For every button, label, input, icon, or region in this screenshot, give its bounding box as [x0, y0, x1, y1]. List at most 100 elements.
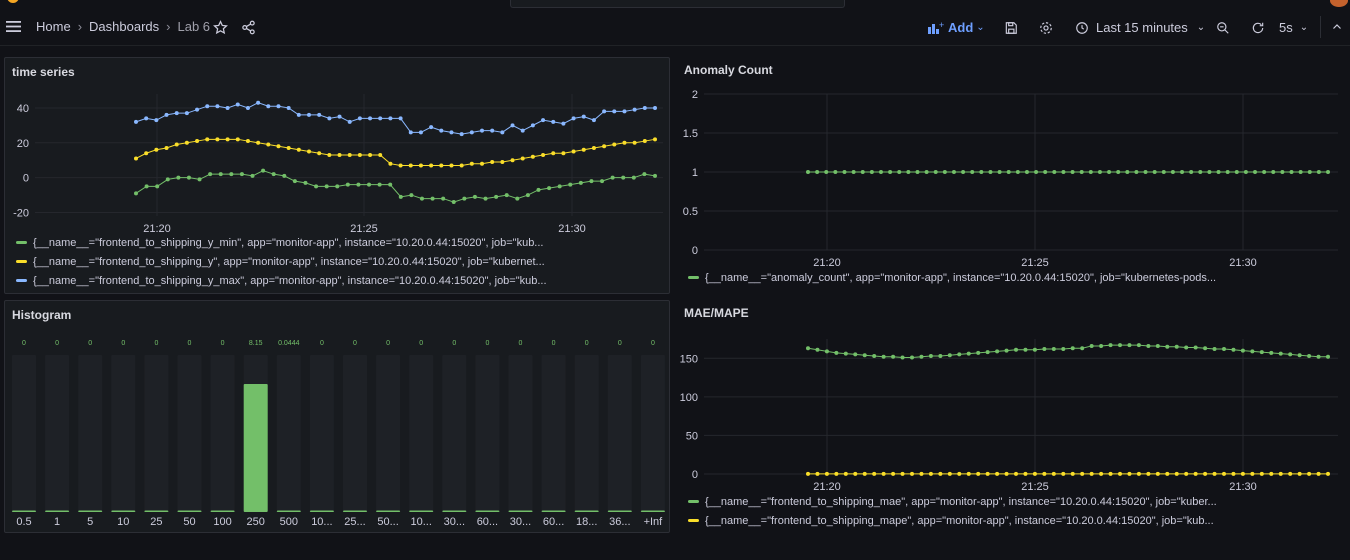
add-button[interactable]: + Add ⌄	[928, 20, 985, 35]
chart-legend: {__name__="frontend_to_shipping_mae", ap…	[688, 492, 1217, 530]
breadcrumb-separator: ›	[166, 19, 171, 34]
data-point	[910, 355, 914, 360]
data-point	[919, 471, 924, 476]
panel-time-series[interactable]: time series 40 20 0 -20 21:20 21:25 21:30 {__n…	[4, 57, 670, 294]
data-point	[561, 121, 566, 126]
legend-item[interactable]: {__name__="frontend_to_shipping_mae", ap…	[688, 492, 1217, 511]
data-point	[806, 471, 810, 476]
data-point	[418, 163, 423, 168]
data-point	[398, 194, 403, 199]
data-point	[134, 191, 138, 196]
bar-value-label: 0	[121, 340, 125, 347]
legend-item[interactable]: {__name__="frontend_to_shipping_y", app=…	[16, 252, 547, 271]
data-point	[367, 182, 372, 187]
data-point	[430, 196, 435, 201]
data-point	[947, 471, 952, 476]
data-point	[824, 349, 829, 354]
legend-label: {__name__="frontend_to_shipping_y", app=…	[33, 255, 545, 268]
data-point	[1184, 471, 1189, 476]
data-point	[653, 173, 657, 178]
data-point	[536, 187, 541, 192]
data-point	[134, 119, 138, 124]
gear-icon[interactable]	[1039, 21, 1053, 35]
data-point	[888, 170, 893, 174]
histogram-chart[interactable]: 00.5010501002505001008.152500.0444500010…	[5, 301, 669, 532]
data-point	[924, 170, 929, 174]
data-point	[621, 175, 626, 180]
zoom-out-icon[interactable]	[1216, 21, 1230, 35]
star-icon[interactable]	[213, 20, 228, 35]
data-point	[1155, 471, 1160, 476]
data-point	[862, 353, 867, 358]
data-point	[483, 196, 488, 201]
histogram-track	[343, 355, 367, 512]
data-point	[653, 105, 657, 110]
data-point	[239, 172, 244, 177]
data-point	[469, 130, 474, 135]
histogram-bar	[210, 510, 235, 512]
panel-anomaly-count[interactable]: Anomaly Count 2 1.5 1 0.5 0 21:20 21:25 21:30 {…	[677, 57, 1346, 294]
data-point	[1212, 347, 1217, 352]
data-point	[286, 146, 291, 151]
data-point	[530, 154, 535, 159]
histogram-bar	[276, 510, 301, 512]
bar-value-label: 0	[22, 340, 26, 347]
data-point	[1125, 170, 1130, 174]
histogram-bar	[12, 510, 36, 512]
breadcrumb-home[interactable]: Home	[36, 19, 71, 34]
data-point	[1259, 350, 1264, 355]
data-point	[357, 116, 362, 121]
histogram-track	[276, 355, 301, 512]
data-point	[347, 153, 352, 157]
y-tick-label: 20	[17, 138, 29, 150]
app-logo-icon[interactable]	[6, 0, 20, 6]
y-tick-label: 0	[692, 245, 698, 257]
mae-mape-chart[interactable]: 15010050021:20 21:25 21:30	[677, 300, 1346, 495]
data-point	[1070, 346, 1075, 351]
data-point	[815, 170, 820, 174]
data-point	[1165, 471, 1170, 476]
search-bar[interactable]	[510, 0, 845, 8]
data-point	[1316, 170, 1321, 174]
data-point	[1203, 471, 1208, 476]
histogram-track	[177, 355, 202, 512]
data-point	[1231, 347, 1236, 352]
data-point	[276, 104, 281, 109]
panel-mae-mape[interactable]: MAE/MAPE 150 100 50 0 21:20 21:25 21:30 {__nam…	[677, 300, 1346, 533]
data-point	[834, 350, 839, 355]
panel-histogram[interactable]: Histogram 0 0.5 0 1 0 5 0 10 0 25 0 50 0 100 8.15 250 0.…	[4, 300, 670, 533]
breadcrumb-dashboards[interactable]: Dashboards	[89, 19, 159, 34]
time-series-chart[interactable]: 40 20 0 -20 21:20 21:25 21:30	[5, 58, 669, 233]
legend-item[interactable]: {__name__="anomaly_count", app="monitor-…	[688, 268, 1216, 287]
data-point	[1099, 343, 1104, 348]
data-point	[1097, 170, 1102, 174]
data-point	[335, 184, 340, 189]
data-point	[377, 182, 382, 187]
histogram-bar	[144, 510, 169, 512]
data-point	[388, 182, 393, 187]
data-point	[500, 130, 505, 135]
y-tick-label: 2	[692, 89, 698, 101]
refresh-icon[interactable]	[1251, 21, 1265, 35]
data-point	[591, 118, 596, 123]
data-point	[612, 109, 617, 114]
save-icon[interactable]	[1004, 21, 1018, 35]
dashboard-toolbar: Home › Dashboards › Lab 6 + Add ⌄ Last 1…	[0, 8, 1350, 46]
share-icon[interactable]	[241, 20, 256, 35]
data-point	[988, 170, 993, 174]
refresh-interval-picker[interactable]: 5s ⌄	[1279, 20, 1308, 35]
data-point	[1280, 170, 1285, 174]
data-point	[429, 163, 434, 168]
legend-item[interactable]: {__name__="frontend_to_shipping_y_min", …	[16, 233, 547, 252]
legend-item[interactable]: {__name__="frontend_to_shipping_mape", a…	[688, 511, 1217, 530]
time-range-picker[interactable]: Last 15 minutes ⌄	[1075, 20, 1205, 35]
avatar[interactable]	[1330, 0, 1348, 7]
data-point	[995, 471, 1000, 476]
data-point	[154, 118, 159, 123]
data-point	[1134, 170, 1139, 174]
menu-icon[interactable]	[6, 20, 22, 33]
legend-item[interactable]: {__name__="frontend_to_shipping_y_max", …	[16, 271, 547, 290]
collapse-toolbar-icon[interactable]	[1331, 21, 1343, 33]
anomaly-count-chart[interactable]: 21.510.5021:20 21:25 21:30	[677, 57, 1346, 272]
chevron-icon[interactable]	[1270, 0, 1282, 4]
